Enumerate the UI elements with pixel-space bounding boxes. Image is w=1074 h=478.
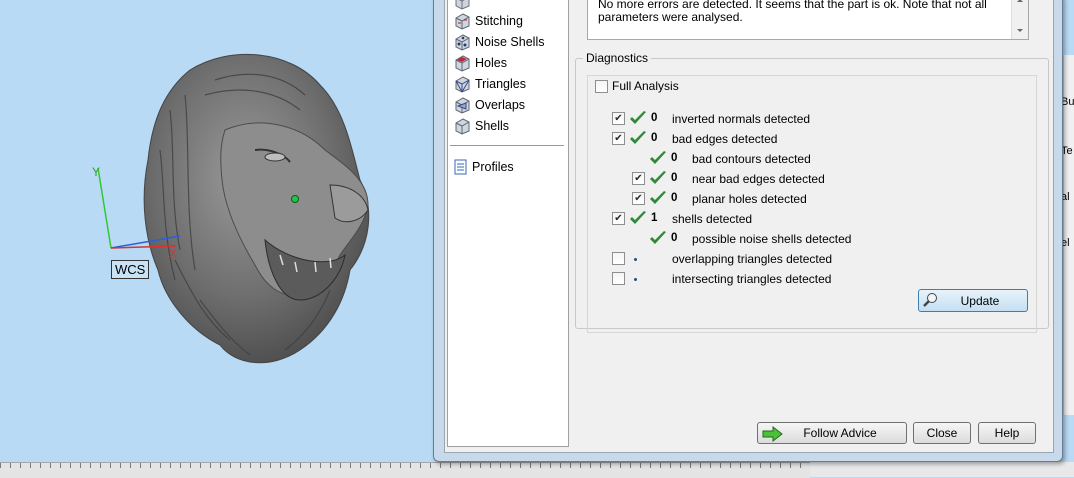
diagnostic-checkbox[interactable]: ✔ [632,192,645,205]
green-checkmark-icon [650,231,666,244]
axis-x-label: X [169,248,177,260]
diagnostic-checkbox[interactable]: ✔ [612,112,625,125]
diagnostics-group: Diagnostics Full Analysis ✔ 0 inverted nor… [575,51,1049,333]
diagnostic-checkbox[interactable]: ✔ [632,172,645,185]
close-label: Close [926,426,958,440]
diagnostic-row: ✔ 0 bad edges detected [588,129,1028,149]
overlaps-cube-icon [455,96,470,114]
diagnostic-label: shells detected [672,212,753,226]
diagnostic-label: overlapping triangles detected [672,252,833,266]
sidebar-item-noise-shells[interactable]: Noise Shells [454,32,544,52]
dialog-body: Stitching Noise Shells Holes Triangles O… [444,0,1054,453]
sidebar-item-stitching[interactable]: Stitching [454,11,523,31]
wizard-content: No more errors are detected. It seems th… [575,0,1051,448]
background-panel-strip [1063,55,1074,415]
diagnostic-row: ✔ 0 inverted normals detected [588,109,1028,129]
diagnostic-count: 0 [671,172,678,184]
diagnostic-row: ✔ 0 planar holes detected [588,189,1028,209]
help-label: Help [994,426,1020,440]
sidebar-divider [450,145,564,146]
pending-dot-icon [634,258,637,261]
sidebar-item-shells[interactable]: Shells [454,116,509,136]
stitching-cube-icon [455,12,470,30]
diagnostic-row: overlapping triangles detected [588,249,1028,269]
diagnostic-row: 0 possible noise shells detected [588,229,1028,249]
sidebar-item-triangles[interactable]: Triangles [454,74,526,94]
scroll-arrows-icon [1017,0,1023,32]
sidebar-item-label: Stitching [475,14,523,28]
diagnostic-checkbox[interactable] [612,272,625,285]
diagnostic-count: 0 [671,152,678,164]
green-checkmark-icon [650,171,666,184]
sidebar-item-partial[interactable] [454,0,471,11]
diagnostic-label: inverted normals detected [672,112,811,126]
green-checkmark-icon [650,151,666,164]
diagnostic-checkbox[interactable] [612,252,625,265]
update-button-label: Update [960,293,1000,308]
green-checkmark-icon [630,211,646,224]
holes-cube-icon [455,54,470,72]
advice-textbox[interactable]: No more errors are detected. It seems th… [587,0,1029,40]
diagnostic-row: intersecting triangles detected [588,269,1028,289]
diagnostic-count: 0 [671,192,678,204]
cube-icon [455,0,470,10]
diagnostic-label: bad contours detected [692,152,811,166]
advice-scrollbar[interactable] [1011,0,1028,39]
sidebar-item-label: Overlaps [475,98,526,112]
advice-text: No more errors are detected. It seems th… [598,0,1003,24]
sidebar-item-overlaps[interactable]: Overlaps [454,95,525,115]
green-checkmark-icon [630,131,646,144]
noise-shells-cube-icon [455,33,470,51]
diagnostic-label: near bad edges detected [692,172,825,186]
axis-y-label: Y [92,165,100,179]
diagnostics-legend: Diagnostics [586,51,649,65]
diagnostic-count: 0 [651,132,658,144]
diagnostic-checkbox[interactable]: ✔ [612,132,625,145]
sidebar-item-label: Shells [475,119,510,133]
diagnostic-count: 1 [651,212,658,224]
diagnostic-checkbox[interactable]: ✔ [612,212,625,225]
diagnostics-panel: Full Analysis ✔ 0 inverted normals detecte… [587,75,1037,333]
follow-advice-button[interactable]: Follow Advice [757,422,907,444]
magnifier-icon [923,293,937,307]
diagnostic-label: planar holes detected [692,192,807,206]
diagnostic-label: intersecting triangles detected [672,272,832,286]
document-icon [454,159,467,175]
sidebar-item-profiles[interactable]: Profiles [454,157,514,177]
wcs-label: WCS [111,260,150,279]
horizontal-ruler [0,462,810,478]
diagnostic-label: possible noise shells detected [692,232,852,246]
diagnostic-row: ✔ 0 near bad edges detected [588,169,1028,189]
help-button[interactable]: Help [978,422,1036,444]
diagnostic-count: 0 [671,232,678,244]
shells-cube-icon [455,117,470,135]
sidebar-item-holes[interactable]: Holes [454,53,507,73]
lion-head-model[interactable]: Y X [0,0,437,462]
wizard-sidebar: Stitching Noise Shells Holes Triangles O… [447,0,569,447]
pending-dot-icon [634,278,637,281]
green-arrow-icon [762,426,783,442]
diagnostic-label: bad edges detected [672,132,778,146]
sidebar-item-label: Triangles [475,77,526,91]
sidebar-item-label: Profiles [472,160,514,174]
triangles-cube-icon [455,75,470,93]
full-analysis-label: Full Analysis [612,79,679,93]
3d-viewport[interactable]: Y X WCS [0,0,437,462]
diagnostic-row: 0 bad contours detected [588,149,1028,169]
close-button[interactable]: Close [913,422,971,444]
sidebar-item-label: Holes [475,56,507,70]
diagnostic-count: 0 [651,112,658,124]
update-button[interactable]: Update [918,289,1028,312]
ruler-background [810,462,1074,477]
green-checkmark-icon [650,191,666,204]
green-checkmark-icon [630,111,646,124]
fix-wizard-dialog: Stitching Noise Shells Holes Triangles O… [433,0,1063,462]
full-analysis-checkbox[interactable] [595,80,608,93]
advice-line: parameters were analysed. [598,10,743,24]
follow-advice-label: Follow Advice [803,426,877,440]
diagnostic-row: ✔ 1 shells detected [588,209,1028,229]
sidebar-item-label: Noise Shells [475,35,545,49]
